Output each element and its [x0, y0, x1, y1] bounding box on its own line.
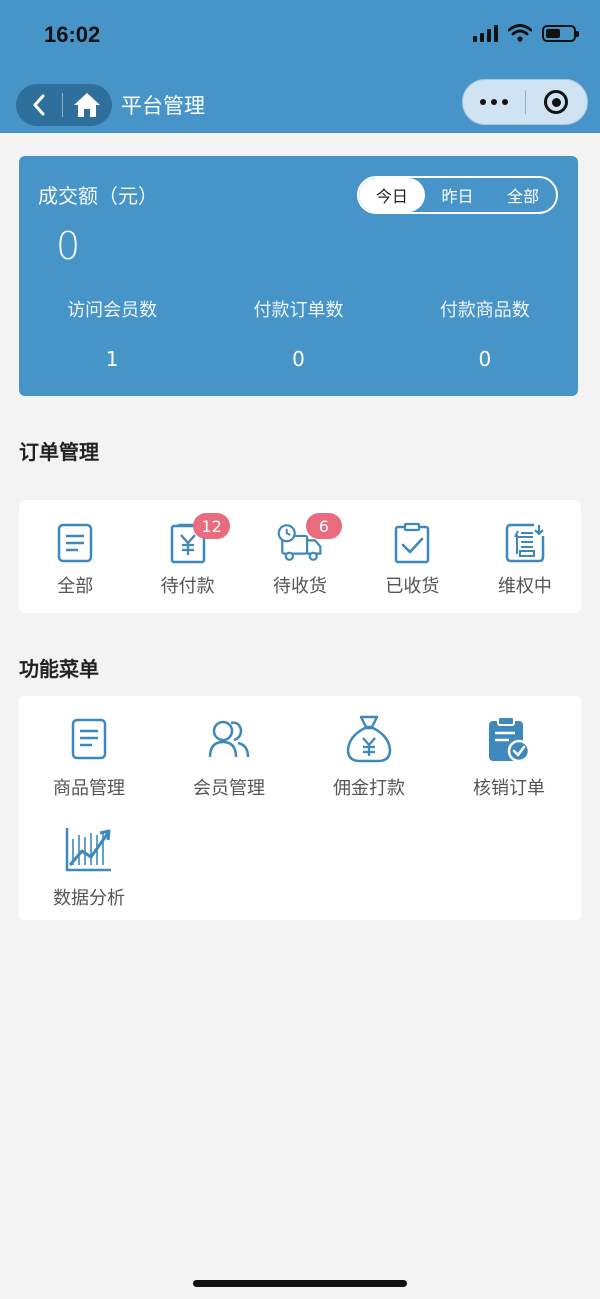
menu-label: 会员管理	[193, 778, 265, 799]
home-indicator	[193, 1280, 407, 1287]
menu-section-title: 功能菜单	[19, 657, 99, 681]
money-bag-icon	[346, 715, 392, 763]
order-after-sales[interactable]: 维权中	[469, 500, 581, 613]
order-label: 待收货	[273, 576, 328, 597]
metric-value: 1	[105, 347, 119, 371]
period-all[interactable]: 全部	[490, 178, 556, 212]
metric-value: 0	[292, 347, 305, 371]
order-received[interactable]: 已收货	[356, 500, 468, 613]
period-today[interactable]: 今日	[359, 178, 425, 212]
orders-section-title: 订单管理	[19, 440, 99, 464]
order-pending-payment[interactable]: 待付款 12	[131, 500, 243, 613]
menu-label: 核销订单	[473, 778, 545, 799]
revenue-amount: 0	[56, 224, 81, 268]
chevron-left-icon	[33, 94, 45, 116]
menu-label: 商品管理	[53, 778, 125, 799]
home-button[interactable]	[63, 84, 111, 126]
period-toggle: 今日 昨日 全部	[357, 176, 558, 214]
status-icons	[473, 24, 579, 42]
orders-card: 全部 待付款 12 待收货 6 已收货 维权中	[19, 500, 581, 613]
metric-label: 访问会员数	[67, 300, 158, 321]
trend-chart-icon	[65, 828, 111, 872]
count-badge: 12	[193, 513, 230, 539]
order-label: 已收货	[385, 576, 440, 597]
period-yesterday[interactable]: 昨日	[425, 178, 491, 212]
metric-label: 付款订单数	[253, 300, 344, 321]
order-label: 维权中	[497, 576, 552, 597]
metrics-row: 访问会员数 1 付款订单数 0 付款商品数 0	[19, 296, 578, 371]
back-button[interactable]	[16, 84, 62, 126]
wifi-icon	[508, 24, 532, 42]
menu-commission-payout[interactable]: 佣金打款	[299, 714, 439, 824]
order-label: 全部	[57, 576, 94, 597]
battery-icon	[542, 24, 579, 42]
target-icon	[544, 90, 569, 114]
document-icon	[57, 523, 93, 563]
menu-label: 佣金打款	[333, 778, 405, 799]
clipboard-verified-icon	[489, 716, 531, 763]
metric-paid-products: 付款商品数 0	[392, 296, 578, 371]
dot	[479, 99, 486, 105]
menu-verify-orders[interactable]: 核销订单	[439, 714, 579, 824]
menu-data-analysis[interactable]: 数据分析	[19, 824, 159, 934]
mini-program-capsule	[462, 79, 588, 125]
metric-label: 付款商品数	[439, 300, 530, 321]
dot	[490, 99, 497, 105]
menu-label: 数据分析	[53, 888, 125, 909]
stats-card: 成交额（元） 0 今日 昨日 全部 访问会员数 1 付款订单数 0 付款商品数 …	[19, 156, 578, 396]
order-all[interactable]: 全部	[19, 500, 131, 613]
members-icon	[208, 720, 250, 758]
top-bar: 16:02 平台管理	[0, 0, 600, 133]
order-pending-receipt[interactable]: 待收货 6	[244, 500, 356, 613]
home-icon	[74, 93, 100, 117]
close-button[interactable]	[526, 90, 588, 114]
menu-product-management[interactable]: 商品管理	[19, 714, 159, 824]
clipboard-check-icon	[395, 522, 430, 564]
document-icon	[71, 718, 107, 760]
page-title: 平台管理	[121, 94, 205, 118]
more-button[interactable]	[463, 99, 525, 105]
dot	[501, 99, 508, 105]
metric-paid-orders: 付款订单数 0	[205, 296, 391, 371]
menu-card: 商品管理 会员管理 佣金打款 核销订单 数据分析	[19, 696, 581, 920]
nav-left-group	[16, 84, 112, 126]
metric-value: 0	[478, 347, 492, 371]
order-label: 待付款	[160, 576, 215, 597]
status-time: 16:02	[44, 22, 101, 47]
after-sales-icon	[505, 523, 545, 563]
menu-member-management[interactable]: 会员管理	[159, 714, 299, 824]
count-badge: 6	[305, 513, 342, 539]
metric-visitors: 访问会员数 1	[19, 296, 205, 371]
signal-icon	[473, 24, 498, 42]
revenue-label: 成交额（元）	[38, 184, 158, 208]
